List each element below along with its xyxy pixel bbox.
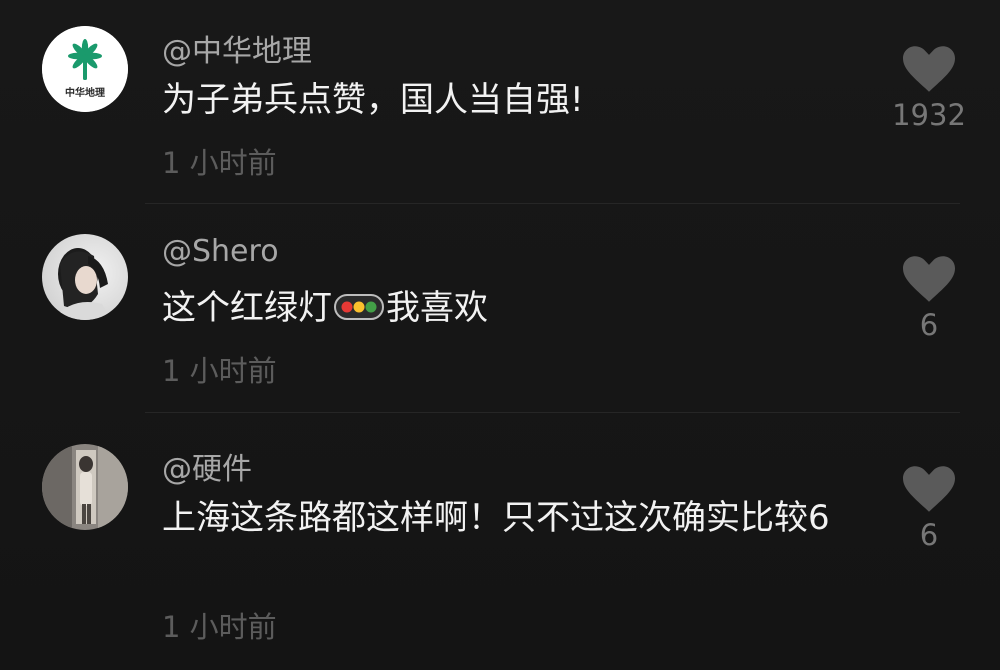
comment-username[interactable]: @Shero [162, 234, 279, 269]
user-photo-avatar [42, 234, 128, 320]
comment-text-part: 我喜欢 [386, 288, 488, 328]
heart-icon [903, 256, 955, 302]
comment-time: 1 小时前 [162, 354, 277, 388]
logo-text: 中华地理 [65, 86, 105, 99]
comment-item: @硬件 上海这条路都这样啊！只不过这次确实比较6 1 小时前 6 [0, 420, 1000, 670]
comment-username[interactable]: @硬件 [162, 444, 252, 488]
comment-text: 为子弟兵点赞，国人当自强! [162, 80, 584, 120]
avatar[interactable] [42, 234, 128, 320]
like-button[interactable]: 6 [886, 256, 972, 342]
avatar[interactable] [42, 444, 128, 530]
comment-text: 上海这条路都这样啊！只不过这次确实比较6 [162, 498, 830, 538]
comment-text-part: 这个红绿灯 [162, 288, 332, 328]
comment-text: 这个红绿灯 我喜欢 [162, 284, 882, 332]
comment-item: @Shero 这个红绿灯 我喜欢 1 小时前 6 [0, 210, 1000, 415]
divider [145, 203, 960, 204]
zhonghua-dili-logo: 中华地理 [42, 26, 128, 112]
like-button[interactable]: 6 [886, 466, 972, 552]
divider [145, 412, 960, 413]
avatar[interactable]: 中华地理 [42, 26, 128, 112]
like-count: 1932 [892, 98, 966, 132]
traffic-light-emoji [334, 293, 384, 320]
like-count: 6 [919, 308, 939, 342]
comment-item: 中华地理 @中华地理 为子弟兵点赞，国人当自强! 1 小时前 1932 [0, 0, 1000, 205]
heart-icon [903, 466, 955, 512]
user-photo-avatar [42, 444, 128, 530]
comment-time: 1 小时前 [162, 610, 277, 644]
comment-list: 中华地理 @中华地理 为子弟兵点赞，国人当自强! 1 小时前 1932 @She… [0, 0, 1000, 670]
comment-time: 1 小时前 [162, 146, 277, 180]
heart-icon [903, 46, 955, 92]
like-count: 6 [919, 518, 939, 552]
like-button[interactable]: 1932 [886, 46, 972, 132]
comment-username[interactable]: @中华地理 [162, 26, 312, 70]
